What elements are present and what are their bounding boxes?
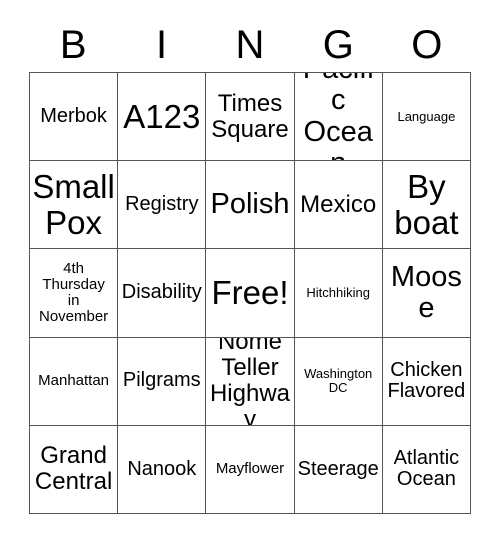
bingo-cell-label: Moose [390, 260, 462, 324]
bingo-cell[interactable]: Grand Central [30, 425, 119, 514]
bingo-cell-label: Atlantic Ocean [393, 446, 460, 491]
bingo-cell-label: Hitchhiking [306, 284, 370, 300]
bingo-cell-label: Nanook [127, 457, 197, 480]
bingo-cell[interactable]: Washington DC [294, 337, 383, 426]
bingo-cell-label: Nome Teller Highway [209, 337, 291, 426]
bingo-cell[interactable]: Nome Teller Highway [206, 337, 295, 426]
bingo-cell[interactable]: Language [382, 73, 471, 162]
bingo-grid: Merbok A123 Times Square Pacific Ocean Langu… [29, 72, 471, 514]
bingo-header-row: BINGO [29, 17, 471, 72]
bingo-cell-label: Small Pox [32, 168, 115, 241]
bingo-cell-label: Disability [121, 281, 202, 304]
bingo-cell-label: Polish [210, 188, 290, 221]
bingo-cell-label: 4th Thursday in November [38, 259, 109, 326]
bingo-cell[interactable]: Hitchhiking [294, 249, 383, 338]
bingo-free-space-cell[interactable]: Free! [206, 249, 295, 338]
bingo-cell[interactable]: Atlantic Ocean [382, 425, 471, 514]
bingo-cell-label: Pilgrams [122, 369, 201, 392]
bingo-cell-label: Manhattan [38, 372, 110, 390]
bingo-cell-label: Mayflower [215, 460, 285, 478]
bingo-cell-label: Grand Central [34, 442, 113, 496]
bingo-header-letter-b: B [59, 22, 87, 67]
bingo-cell[interactable]: Pilgrams [118, 337, 207, 426]
bingo-cell-label: Merbok [40, 104, 107, 127]
bingo-cell-label: Washington DC [304, 366, 373, 396]
bingo-cell[interactable]: Mayflower [206, 425, 295, 514]
bingo-cell[interactable]: Pacific Ocean [294, 73, 383, 162]
bingo-header-letter-g: G [322, 22, 354, 67]
bingo-cell-label: Mexico [300, 190, 377, 218]
bingo-cell-label: Free! [211, 274, 289, 312]
bingo-cell-label: Pacific Ocean [303, 73, 374, 160]
bingo-cell[interactable]: Chicken Flavored [382, 337, 471, 426]
bingo-cell[interactable]: By boat [382, 161, 471, 250]
bingo-cell[interactable]: A123 [118, 73, 207, 162]
bingo-cell[interactable]: Merbok [30, 73, 119, 162]
bingo-cell[interactable]: Times Square [206, 73, 295, 162]
bingo-header-letter-i: I [156, 22, 168, 67]
bingo-cell[interactable]: Mexico [294, 161, 383, 250]
bingo-cell[interactable]: Small Pox [30, 161, 119, 250]
bingo-cell[interactable]: Manhattan [30, 337, 119, 426]
bingo-cell-label: Times Square [211, 89, 289, 143]
bingo-cell-label: A123 [123, 97, 201, 135]
bingo-cell[interactable]: Moose [382, 249, 471, 338]
bingo-cell[interactable]: Registry [118, 161, 207, 250]
bingo-card: B I N G O Merbok A123 Times Square Pacific Ocea… [29, 17, 471, 515]
bingo-cell[interactable]: Disability [118, 249, 207, 338]
bingo-cell-label: Registry [125, 192, 199, 215]
bingo-cell-label: Chicken Flavored [387, 358, 466, 403]
bingo-cell-label: Steerage [297, 457, 379, 480]
bingo-cell[interactable]: Polish [206, 161, 295, 250]
bingo-cell[interactable]: Steerage [294, 425, 383, 514]
bingo-cell-label: By boat [394, 168, 459, 241]
bingo-cell[interactable]: Nanook [118, 425, 207, 514]
bingo-cell[interactable]: 4th Thursday in November [30, 249, 119, 338]
bingo-header-letter-o: O [411, 22, 443, 67]
bingo-cell-label: Language [397, 108, 456, 124]
bingo-header-letter-n: N [235, 22, 265, 67]
